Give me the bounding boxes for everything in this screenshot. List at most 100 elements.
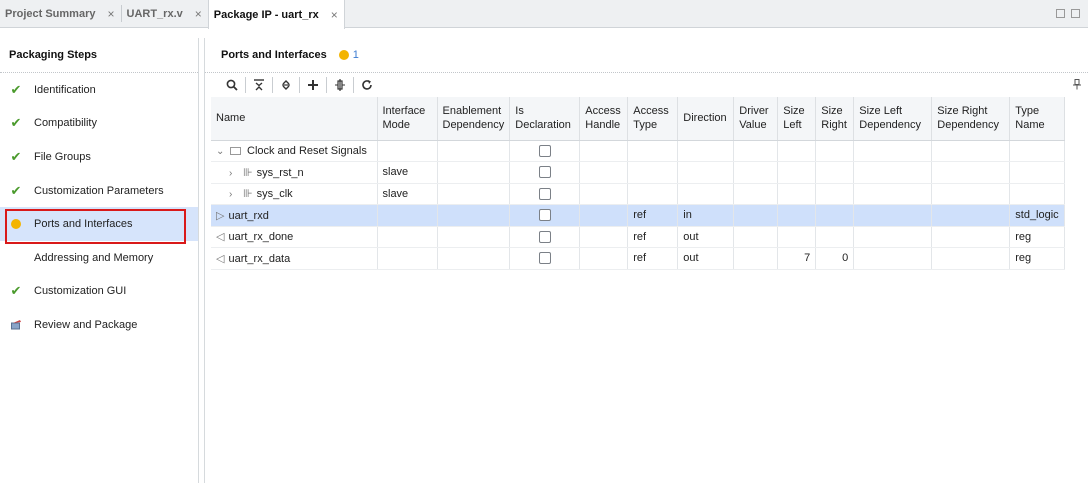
access-handle-cell	[579, 183, 629, 205]
name-cell: ▷ uart_rxd	[211, 204, 378, 227]
chevron-right-icon[interactable]: ›	[229, 189, 237, 200]
chevron-down-icon[interactable]: ⌄	[216, 146, 224, 157]
is-declaration-checkbox[interactable]	[538, 209, 551, 222]
access-handle-cell	[579, 247, 629, 270]
column-header-access-type[interactable]: Access Type	[627, 97, 679, 141]
step-identification[interactable]: ✔ Identification	[0, 73, 198, 107]
is-declaration-checkbox[interactable]	[538, 166, 551, 179]
maximize-icon[interactable]	[1056, 9, 1065, 18]
size-right-dependency-cell	[931, 140, 1011, 162]
table-row[interactable]: ▷ uart_rxd ref in std_logic	[211, 204, 1065, 227]
folder-icon	[230, 146, 241, 155]
step-review-and-package[interactable]: Review and Package	[0, 308, 198, 342]
toolbar-divider	[245, 77, 246, 93]
tab-project-summary[interactable]: Project Summary ×	[0, 0, 121, 27]
package-icon	[9, 319, 23, 330]
type-name-cell	[1009, 183, 1065, 205]
table-row[interactable]: › ⊪ sys_rst_n slave	[211, 161, 1065, 184]
size-left-dependency-cell	[853, 204, 933, 227]
toolbar-divider	[299, 77, 300, 93]
driver-value-cell	[733, 161, 779, 184]
access-type-cell: ref	[627, 247, 679, 270]
refresh-icon[interactable]	[356, 75, 378, 95]
search-icon[interactable]	[221, 75, 243, 95]
step-label: Customization Parameters	[34, 184, 164, 197]
access-type-cell: ref	[627, 204, 679, 227]
table-header-row: Name Interface Mode Enablement Dependenc…	[211, 97, 1065, 141]
tab-package-ip[interactable]: Package IP - uart_rx ×	[207, 0, 345, 29]
output-port-icon: ◁	[216, 252, 225, 265]
column-header-size-right[interactable]: Size Right	[815, 97, 855, 141]
size-left-dependency-cell	[853, 183, 933, 205]
access-handle-cell	[579, 140, 629, 162]
chevron-right-icon[interactable]: ›	[229, 168, 237, 179]
name-cell: › ⊪ sys_rst_n	[211, 161, 378, 184]
column-header-name[interactable]: Name	[211, 97, 378, 141]
column-header-driver-value[interactable]: Driver Value	[733, 97, 779, 141]
step-compatibility[interactable]: ✔ Compatibility	[0, 107, 198, 141]
input-port-icon: ▷	[216, 209, 225, 222]
column-header-interface-mode[interactable]: Interface Mode	[377, 97, 438, 141]
row-name: sys_rst_n	[256, 166, 304, 179]
enablement-dependency-cell	[437, 204, 511, 227]
direction-cell: in	[677, 204, 735, 227]
interface-mode-cell	[377, 140, 438, 162]
warning-icon[interactable]	[338, 50, 349, 60]
type-name-cell: reg	[1009, 226, 1065, 248]
steps-list: ✔ Identification ✔ Compatibility ✔ File …	[0, 73, 198, 342]
column-header-type-name[interactable]: Type Name	[1009, 97, 1065, 141]
enablement-dependency-cell	[437, 183, 511, 205]
table-row[interactable]: › ⊪ sys_clk slave	[211, 183, 1065, 205]
add-icon[interactable]	[302, 75, 324, 95]
panel-title: Ports and Interfaces	[221, 49, 327, 61]
is-declaration-checkbox[interactable]	[538, 252, 551, 265]
collapse-all-icon[interactable]	[248, 75, 270, 95]
row-name: uart_rxd	[228, 209, 269, 222]
name-cell: ⌄ Clock and Reset Signals	[211, 140, 378, 162]
step-file-groups[interactable]: ✔ File Groups	[0, 140, 198, 174]
driver-value-cell	[733, 140, 779, 162]
table-row[interactable]: ⌄ Clock and Reset Signals	[211, 140, 1065, 162]
column-header-enablement-dependency[interactable]: Enablement Dependency	[437, 97, 511, 141]
output-port-icon: ◁	[216, 231, 225, 244]
column-header-size-left-dependency[interactable]: Size Left Dependency	[853, 97, 933, 141]
size-left-dependency-cell	[853, 247, 933, 270]
port-icon[interactable]	[329, 75, 351, 95]
direction-cell	[677, 140, 735, 162]
size-right-cell: 0	[815, 247, 855, 270]
warning-count[interactable]: 1	[353, 49, 359, 61]
name-cell: ◁ uart_rx_data	[211, 247, 378, 270]
column-header-direction[interactable]: Direction	[677, 97, 735, 141]
is-declaration-checkbox[interactable]	[538, 187, 551, 200]
close-icon[interactable]: ×	[195, 7, 202, 21]
expand-all-icon[interactable]	[275, 75, 297, 95]
close-icon[interactable]: ×	[331, 8, 338, 22]
type-name-cell	[1009, 161, 1065, 184]
is-declaration-checkbox[interactable]	[538, 144, 551, 157]
pin-icon[interactable]	[1072, 78, 1082, 93]
is-declaration-checkbox[interactable]	[538, 230, 551, 243]
access-type-cell	[627, 183, 679, 205]
check-icon: ✔	[10, 81, 22, 97]
table-row[interactable]: ◁ uart_rx_data ref out 7 0 reg	[211, 247, 1065, 270]
table-row[interactable]: ◁ uart_rx_done ref out reg	[211, 226, 1065, 248]
direction-cell: out	[677, 226, 735, 248]
step-customization-gui[interactable]: ✔ Customization GUI	[0, 275, 198, 309]
column-header-access-handle[interactable]: Access Handle	[579, 97, 629, 141]
restore-icon[interactable]	[1071, 9, 1080, 18]
step-addressing-and-memory[interactable]: Addressing and Memory	[0, 241, 198, 275]
ports-table: Name Interface Mode Enablement Dependenc…	[211, 97, 1065, 270]
column-header-size-left[interactable]: Size Left	[777, 97, 817, 141]
packaging-steps-panel: Packaging Steps ✔ Identification ✔ Compa…	[0, 38, 199, 483]
editor-tab-bar: Project Summary × UART_rx.v × Package IP…	[0, 0, 1088, 29]
name-cell: › ⊪ sys_clk	[211, 183, 378, 205]
step-customization-parameters[interactable]: ✔ Customization Parameters	[0, 174, 198, 208]
size-right-cell	[815, 140, 855, 162]
column-header-is-declaration[interactable]: Is Declaration	[509, 97, 581, 141]
tab-uart-rx-v[interactable]: UART_rx.v ×	[122, 0, 208, 27]
panel-title: Packaging Steps	[0, 38, 198, 73]
access-type-cell	[627, 161, 679, 184]
close-icon[interactable]: ×	[107, 7, 114, 21]
type-name-cell: std_logic	[1009, 204, 1065, 227]
column-header-size-right-dependency[interactable]: Size Right Dependency	[931, 97, 1011, 141]
